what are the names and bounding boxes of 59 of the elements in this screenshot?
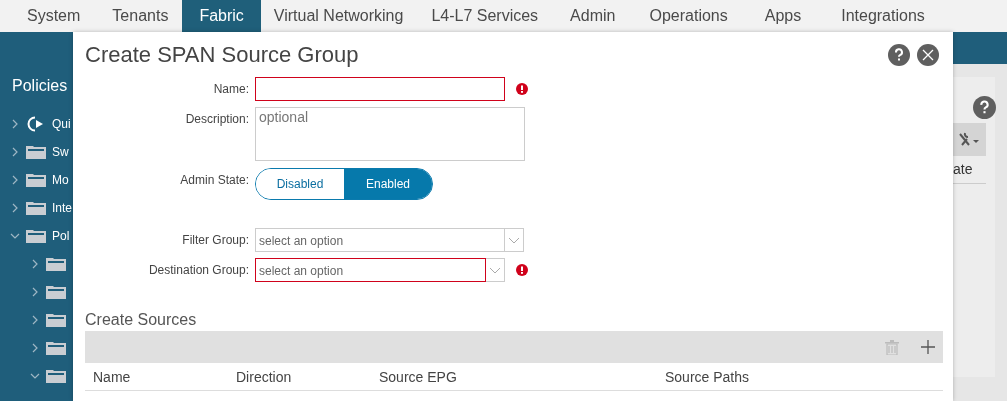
folder-icon xyxy=(26,173,46,187)
dialog-title: Create SPAN Source Group xyxy=(85,42,360,68)
chevron-right-icon[interactable] xyxy=(11,119,19,129)
tree-item-label[interactable]: Qui xyxy=(52,117,71,131)
chevron-down-icon[interactable] xyxy=(10,232,20,240)
column-header: Source EPG xyxy=(379,368,458,385)
chevron-right-icon[interactable] xyxy=(31,315,39,325)
tree-item-label[interactable]: Pol xyxy=(52,229,70,243)
tree-item-label[interactable]: Inte xyxy=(52,201,72,215)
nav-tab[interactable]: Apps xyxy=(744,0,822,32)
folder-icon xyxy=(26,145,46,159)
chevron-right-icon[interactable] xyxy=(11,175,19,185)
column-header: ate xyxy=(953,161,986,184)
column-header: Direction xyxy=(236,368,293,385)
folder-icon xyxy=(46,285,66,299)
chevron-down-icon xyxy=(489,266,501,274)
toggle-option[interactable]: Enabled xyxy=(344,169,432,199)
error-icon xyxy=(516,264,528,276)
field-label: Admin State: xyxy=(179,172,249,187)
field-label: Destination Group: xyxy=(147,262,249,277)
nav-tab[interactable]: Admin xyxy=(553,0,633,32)
folder-icon xyxy=(46,257,66,271)
folder-icon xyxy=(26,201,46,215)
help-icon[interactable] xyxy=(888,44,910,66)
close-icon[interactable] xyxy=(917,44,939,66)
field-label: Filter Group: xyxy=(181,232,249,247)
folder-icon xyxy=(26,229,46,243)
column-header: Source Paths xyxy=(665,368,750,385)
chevron-down-icon[interactable] xyxy=(30,372,40,380)
chevron-right-icon[interactable] xyxy=(31,343,39,353)
add-icon[interactable] xyxy=(921,340,935,354)
folder-icon xyxy=(46,313,66,327)
chevron-down-icon xyxy=(508,236,520,244)
tools-button[interactable] xyxy=(953,123,986,156)
field-label: Description: xyxy=(184,111,249,126)
nav-tab[interactable]: Fabric xyxy=(182,0,261,32)
name-input-field[interactable] xyxy=(255,77,505,101)
chevron-right-icon[interactable] xyxy=(11,147,19,157)
nav-tab[interactable]: L4-L7 Services xyxy=(416,0,554,32)
nav-tab[interactable]: System xyxy=(9,0,99,32)
tree-item-label[interactable]: Mo xyxy=(52,173,69,187)
chevron-right-icon[interactable] xyxy=(11,203,19,213)
chevron-right-icon[interactable] xyxy=(31,287,39,297)
error-icon xyxy=(516,83,528,95)
field-label: Name: xyxy=(212,81,249,96)
column-header: Name xyxy=(93,368,132,385)
nav-tab[interactable]: Integrations xyxy=(821,0,945,32)
description-input-field[interactable]: optional xyxy=(255,107,525,161)
section-title: Create Sources xyxy=(85,311,198,330)
nav-tab[interactable]: Virtual Networking xyxy=(260,0,417,32)
folder-icon xyxy=(46,369,66,383)
chevron-right-icon[interactable] xyxy=(31,259,39,269)
help-icon[interactable] xyxy=(973,96,996,119)
tree-item-label[interactable]: Sw xyxy=(52,145,69,159)
nav-tab[interactable]: Tenants xyxy=(98,0,183,32)
nav-tab[interactable]: Operations xyxy=(632,0,745,32)
sidebar-title: Policies xyxy=(12,77,69,95)
folder-icon xyxy=(46,341,66,355)
wrench-icon xyxy=(958,131,981,148)
